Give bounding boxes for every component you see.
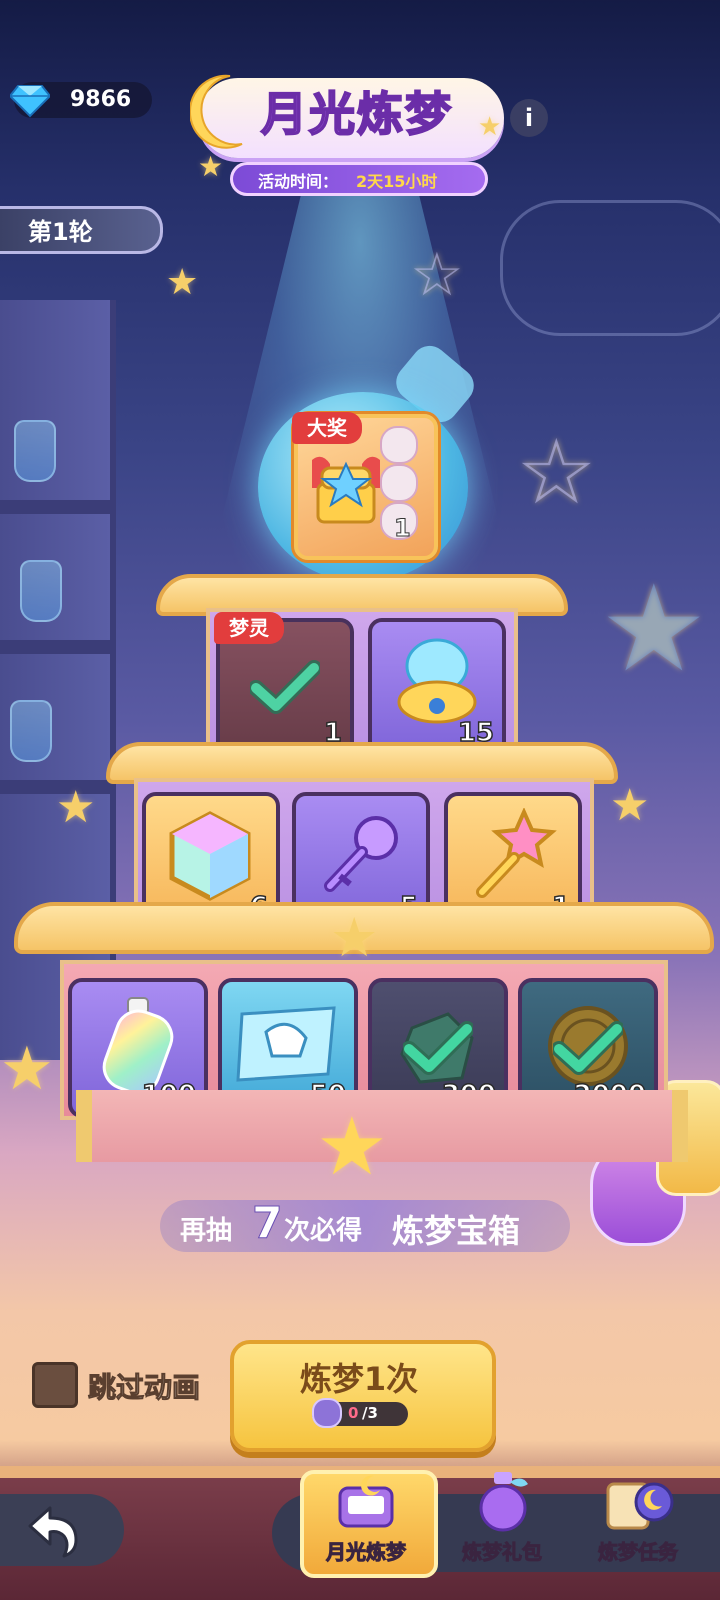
dream-spirit-tag: 梦灵 — [214, 612, 284, 644]
check-icon — [403, 1021, 473, 1075]
pity-prefix: 再抽 — [180, 1216, 233, 1246]
moon-token-icon — [312, 1398, 342, 1428]
star-decoration: ★ — [56, 782, 96, 833]
pity-middle: 次必得 — [284, 1216, 363, 1246]
draw-once-label[interactable]: 炼梦1次 — [230, 1354, 488, 1400]
background-bottle — [10, 700, 52, 762]
reward-cell[interactable]: 15 — [368, 618, 506, 756]
event-time-value: 2天15小时 — [356, 172, 438, 191]
purple-key-icon — [324, 816, 398, 892]
star-decoration: ☆ — [410, 240, 464, 310]
draw-cost-have: 0 — [348, 1404, 359, 1422]
skip-animation-label[interactable]: 跳过动画 — [87, 1366, 200, 1406]
star-icon: ★ — [198, 150, 224, 183]
gem-count: 9866 — [70, 87, 132, 112]
shelf-board — [0, 500, 110, 514]
star-decoration: ★ — [0, 1034, 54, 1104]
star-decoration: ☆ — [516, 420, 597, 525]
back-arrow-icon[interactable] — [24, 1500, 84, 1560]
tab-label[interactable]: 月光炼梦 — [296, 1536, 436, 1565]
event-time-label: 活动时间： — [258, 172, 339, 191]
background-bottle — [20, 560, 62, 622]
diamond-icon — [10, 85, 50, 118]
map-scroll-icon — [236, 1006, 336, 1082]
avatar — [380, 464, 418, 502]
check-icon — [250, 660, 320, 714]
star-decoration: ★ — [610, 780, 650, 831]
spirit-capsule-icon — [397, 638, 477, 724]
star-decoration: ★ — [600, 560, 708, 699]
info-icon: i — [524, 104, 534, 132]
slot-machine-icon — [338, 1475, 394, 1528]
treasure-chest-icon — [312, 456, 380, 524]
tab-label[interactable]: 炼梦礼包 — [432, 1536, 572, 1565]
crystal-cube-icon — [169, 811, 251, 901]
pity-count: 7 — [252, 1198, 284, 1250]
grand-prize-count: 1 — [394, 514, 412, 543]
skip-animation-checkbox[interactable] — [32, 1362, 78, 1408]
round-label: 第1轮 — [28, 218, 93, 246]
event-title: 月光炼梦 — [260, 86, 453, 142]
shelf-board — [0, 640, 110, 654]
quest-scroll-icon — [606, 1482, 674, 1530]
star-icon: ★ — [478, 112, 502, 142]
grand-prize-tag: 大奖 — [292, 412, 362, 444]
star-key-icon — [476, 808, 557, 898]
star-decoration: ★ — [166, 262, 199, 303]
star-icon: ★ — [316, 1100, 388, 1193]
info-button[interactable]: i — [510, 99, 548, 137]
gift-potion-icon — [479, 1472, 528, 1532]
pity-reward: 炼梦宝箱 — [392, 1212, 521, 1250]
background-bottle — [14, 420, 56, 482]
tab-label[interactable]: 炼梦任务 — [568, 1536, 708, 1565]
cloud-decoration — [500, 200, 720, 336]
draw-cost-need: /3 — [362, 1404, 378, 1422]
avatar — [380, 426, 418, 464]
check-icon — [553, 1021, 623, 1075]
